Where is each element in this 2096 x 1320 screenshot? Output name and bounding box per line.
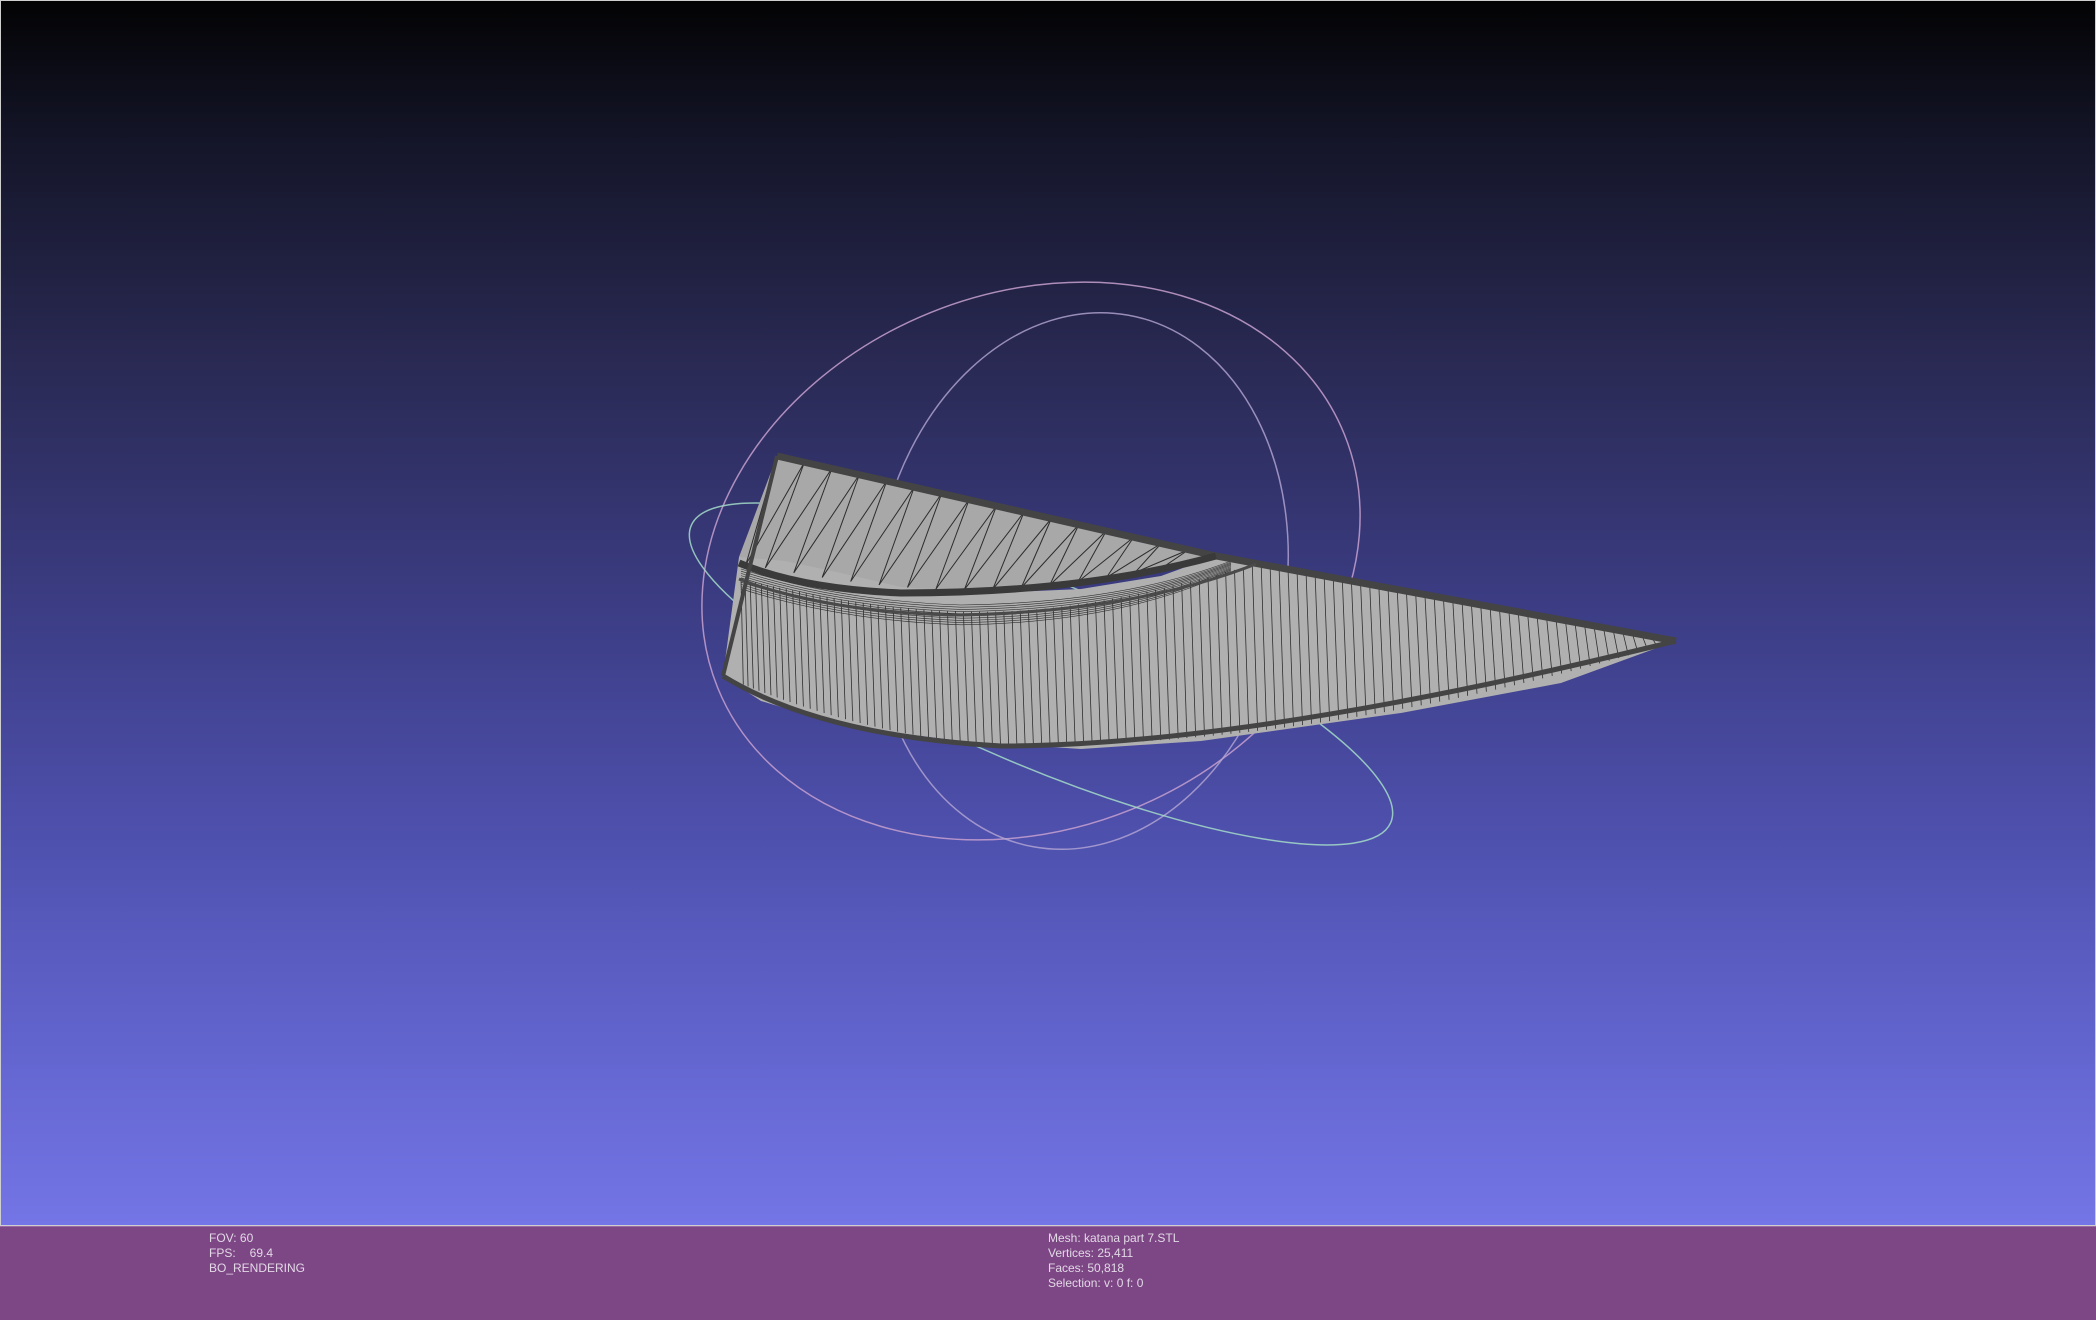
- mesh-model[interactable]: [721, 452, 1677, 749]
- selection-label: Selection: v: 0 f: 0: [1048, 1276, 1144, 1290]
- render-mode-label: BO_RENDERING: [209, 1261, 306, 1275]
- mesh-name-label: Mesh: katana part 7.STL: [1048, 1231, 1180, 1245]
- fps-row: FPS: 69.4: [209, 1246, 305, 1261]
- fps-value: 69.4: [249, 1246, 274, 1260]
- status-bar: FOV: 60 FPS: 69.4 BO_RENDERING Mesh: kata…: [0, 1226, 2096, 1320]
- 3d-viewport[interactable]: [0, 0, 2096, 1226]
- fps-label: FPS:: [209, 1246, 236, 1260]
- vertices-label: Vertices: 25,411: [1048, 1246, 1134, 1260]
- faces-label: Faces: 50,818: [1048, 1261, 1125, 1275]
- scene-canvas[interactable]: [1, 1, 2096, 1227]
- mesh-info: Mesh: katana part 7.STL Vertices: 25,411…: [1048, 1231, 1179, 1291]
- render-info: FOV: 60 FPS: 69.4 BO_RENDERING: [209, 1231, 305, 1276]
- fov-label: FOV: 60: [209, 1231, 254, 1245]
